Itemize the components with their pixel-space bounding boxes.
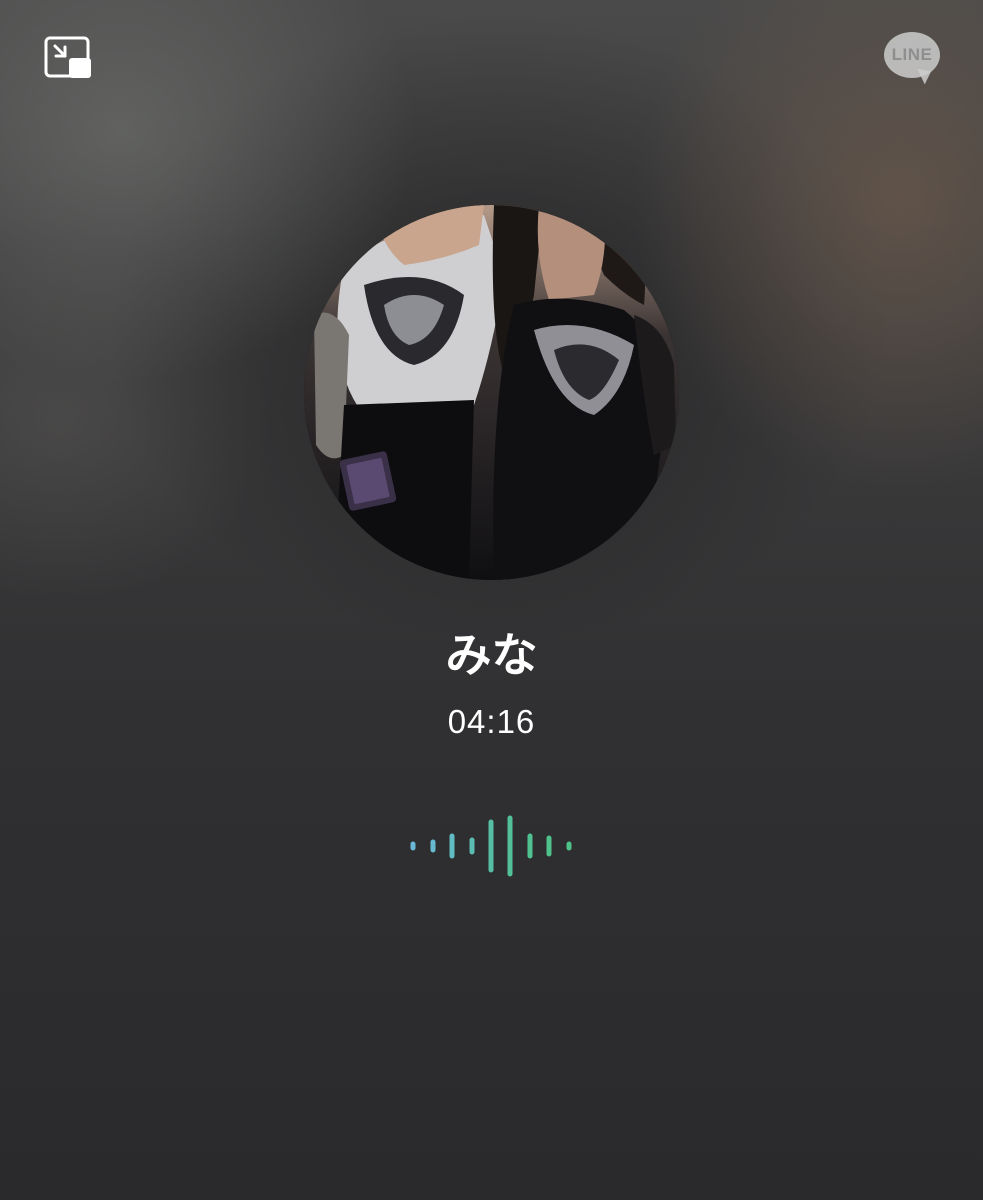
caller-name: みな (445, 628, 538, 682)
call-background (0, 0, 983, 1200)
audio-waveform-icon (410, 815, 572, 877)
minimize-to-pip-button[interactable] (44, 36, 94, 80)
call-duration: 04:16 (447, 703, 536, 740)
profile-photo (304, 205, 679, 580)
line-logo: LINE (882, 32, 942, 86)
line-logo-text: LINE (891, 45, 933, 64)
voice-activity-indicator (402, 810, 582, 882)
caller-avatar (304, 205, 679, 580)
picture-in-picture-icon (44, 36, 91, 78)
